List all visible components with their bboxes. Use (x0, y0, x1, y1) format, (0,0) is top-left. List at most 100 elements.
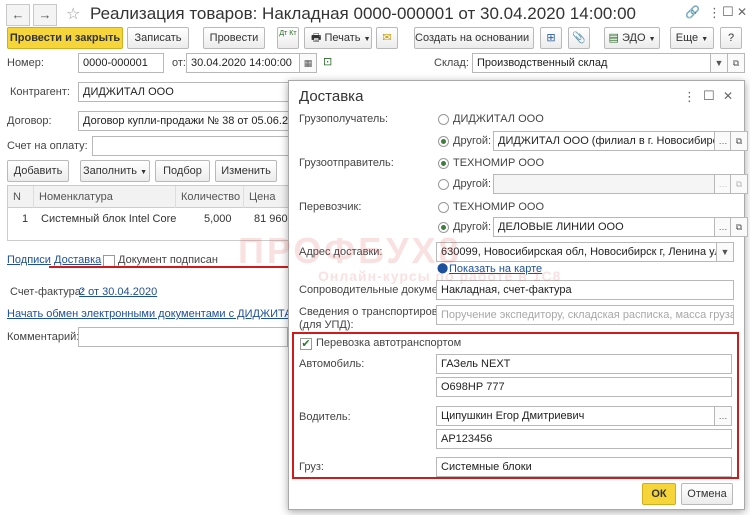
car-model-field[interactable]: ГАЗель NEXT (436, 354, 732, 374)
auto-transport-checkbox[interactable]: ✔ (300, 338, 312, 350)
window-title: Реализация товаров: Накладная 0000-00000… (90, 4, 636, 23)
consignee-label: Грузополучатель: (299, 113, 389, 125)
carrier-radio-default[interactable] (438, 202, 449, 213)
table-header: N Номенклатура Количество Цена (8, 186, 288, 208)
car-plate-field[interactable]: О698НР 777 (436, 377, 732, 397)
delivery-link[interactable]: Доставка (54, 254, 101, 266)
change-button[interactable]: Изменить (215, 160, 277, 182)
transport-info-label: Сведения о транспортировке (299, 306, 449, 318)
consignee-field[interactable]: ДИДЖИТАЛ ООО (филиал в г. Новосибирске) (493, 131, 716, 151)
shipper-radio-other[interactable] (438, 179, 449, 190)
help-button[interactable]: ? (720, 27, 742, 49)
invoice-pay-field[interactable] (92, 136, 293, 156)
chevron-down-icon: ▼ (532, 36, 533, 43)
print-button[interactable]: 🖶 Печать ▼ (304, 27, 372, 49)
invoice-label: Счет-фактура: (10, 286, 84, 298)
dt-kt-button[interactable]: Дт Кт (277, 27, 299, 49)
carrier-open-button[interactable]: ⧉ (730, 217, 748, 237)
save-button[interactable]: Записать (127, 27, 189, 49)
date-field[interactable]: 30.04.2020 14:00:00 (186, 53, 300, 73)
comment-field[interactable] (78, 327, 288, 347)
create-based-on-button[interactable]: Создать на основании ▼ (414, 27, 534, 49)
date-check-icon[interactable]: ⊡ (323, 55, 332, 68)
dialog-maximize-icon[interactable]: ☐ (703, 88, 715, 104)
consignee-radio-default[interactable] (438, 114, 449, 125)
shipper-radio-default[interactable] (438, 158, 449, 169)
dialog-more-icon[interactable]: ⋮ (683, 89, 696, 105)
back-button[interactable]: ← (6, 4, 30, 26)
edo-button[interactable]: ▤ ЭДО ▼ (604, 27, 660, 49)
pick-button[interactable]: Подбор (155, 160, 210, 182)
driver-name-field[interactable]: Ципушкин Егор Дмитриевич (436, 406, 716, 426)
carrier-other-label: Другой: (453, 221, 492, 233)
open-icon: ⧉ (735, 222, 743, 232)
ellipsis-icon: … (718, 411, 728, 421)
ellipsis-icon: … (718, 179, 728, 189)
driver-select-button[interactable]: … (714, 406, 732, 426)
paperclip-icon: 📎 (572, 32, 586, 44)
invoice-link[interactable]: 2 от 30.04.2020 (79, 286, 157, 298)
column-header[interactable]: N (8, 186, 34, 208)
carrier-radio-other[interactable] (438, 222, 449, 233)
row-name: Системный блок Intel Core (41, 213, 177, 225)
signatures-link[interactable]: Подписи (7, 254, 51, 266)
cancel-button[interactable]: Отмена (681, 483, 733, 505)
address-field[interactable]: 630099, Новосибирская обл, Новосибирск г… (436, 242, 718, 262)
warehouse-field[interactable]: Производственный склад (472, 53, 712, 73)
open-icon: ⧉ (732, 58, 740, 68)
ok-button[interactable]: ОК (642, 483, 676, 505)
warehouse-open[interactable]: ⧉ (727, 53, 745, 73)
dialog-close-icon[interactable]: ✕ (723, 89, 733, 103)
add-row-button[interactable]: Добавить (7, 160, 69, 182)
post-and-close-button[interactable]: Провести и закрыть (7, 27, 123, 49)
fill-button[interactable]: Заполнить ▼ (80, 160, 150, 182)
number-field[interactable]: 0000-000001 (78, 53, 164, 73)
driver-license-field[interactable]: АР123456 (436, 429, 732, 449)
goods-table: N Номенклатура Количество Цена 1 Системн… (7, 185, 291, 241)
close-icon[interactable]: ✕ (737, 5, 747, 19)
column-header[interactable]: Номенклатура (34, 186, 176, 208)
counterparty-label: Контрагент: (10, 86, 70, 98)
address-dropdown[interactable]: ▼ (716, 242, 734, 262)
maximize-icon[interactable]: ☐ (722, 4, 734, 20)
table-row[interactable]: 1 Системный блок Intel Core 5,000 81 960… (8, 208, 291, 230)
contract-field[interactable]: Договор купли-продажи № 38 от 05.06.2020 (78, 111, 293, 131)
shipper-open-button[interactable]: ⧉ (730, 174, 748, 194)
warehouse-label: Склад: (434, 57, 469, 69)
attach-button[interactable]: 📎 (568, 27, 590, 49)
comment-label: Комментарий: (7, 331, 80, 343)
carrier-field[interactable]: ДЕЛОВЫЕ ЛИНИИ ООО (493, 217, 716, 237)
row-number: 1 (22, 213, 29, 225)
edo-label: ЭДО (621, 32, 646, 44)
edo-exchange-link[interactable]: Начать обмен электронными документами с … (7, 308, 328, 320)
ellipsis-icon: … (718, 222, 728, 232)
consignee-radio-other[interactable] (438, 136, 449, 147)
star-icon[interactable]: ☆ (66, 4, 80, 24)
column-header[interactable]: Количество (176, 186, 244, 208)
row-price: 81 960, (254, 213, 291, 225)
cargo-field[interactable]: Системные блоки (436, 457, 732, 477)
consignee-open-button[interactable]: ⧉ (730, 131, 748, 151)
date-label: от: (172, 57, 186, 69)
calendar-button[interactable]: ▦ (299, 53, 317, 73)
doc-signed-label: Документ подписан (118, 254, 218, 266)
post-button[interactable]: Провести (203, 27, 265, 49)
forward-button[interactable]: → (33, 4, 57, 26)
more-menu-icon[interactable]: ⋮ (708, 5, 721, 21)
link-icon[interactable]: 🔗 (685, 5, 700, 19)
structure-button[interactable]: ⊞ (540, 27, 562, 49)
more-label: Еще (675, 32, 699, 44)
warehouse-dropdown[interactable]: ▼ (710, 53, 728, 73)
docs-field[interactable]: Накладная, счет-фактура (436, 280, 734, 300)
email-button[interactable]: ✉ (376, 27, 398, 49)
chevron-down-icon: ▼ (714, 58, 724, 68)
column-header[interactable]: Цена (244, 186, 288, 208)
shipper-field[interactable] (493, 174, 716, 194)
transport-info-field[interactable]: Поручение экспедитору, складская расписк… (436, 305, 734, 325)
more-button[interactable]: Еще ▼ (670, 27, 714, 49)
show-on-map-link[interactable]: Показать на карте (449, 263, 542, 275)
auto-transport-label: Перевозка автотранспортом (316, 337, 462, 349)
counterparty-field[interactable]: ДИДЖИТАЛ ООО (78, 82, 293, 102)
contract-label: Договор: (7, 115, 52, 127)
row-qty: 5,000 (204, 213, 232, 225)
